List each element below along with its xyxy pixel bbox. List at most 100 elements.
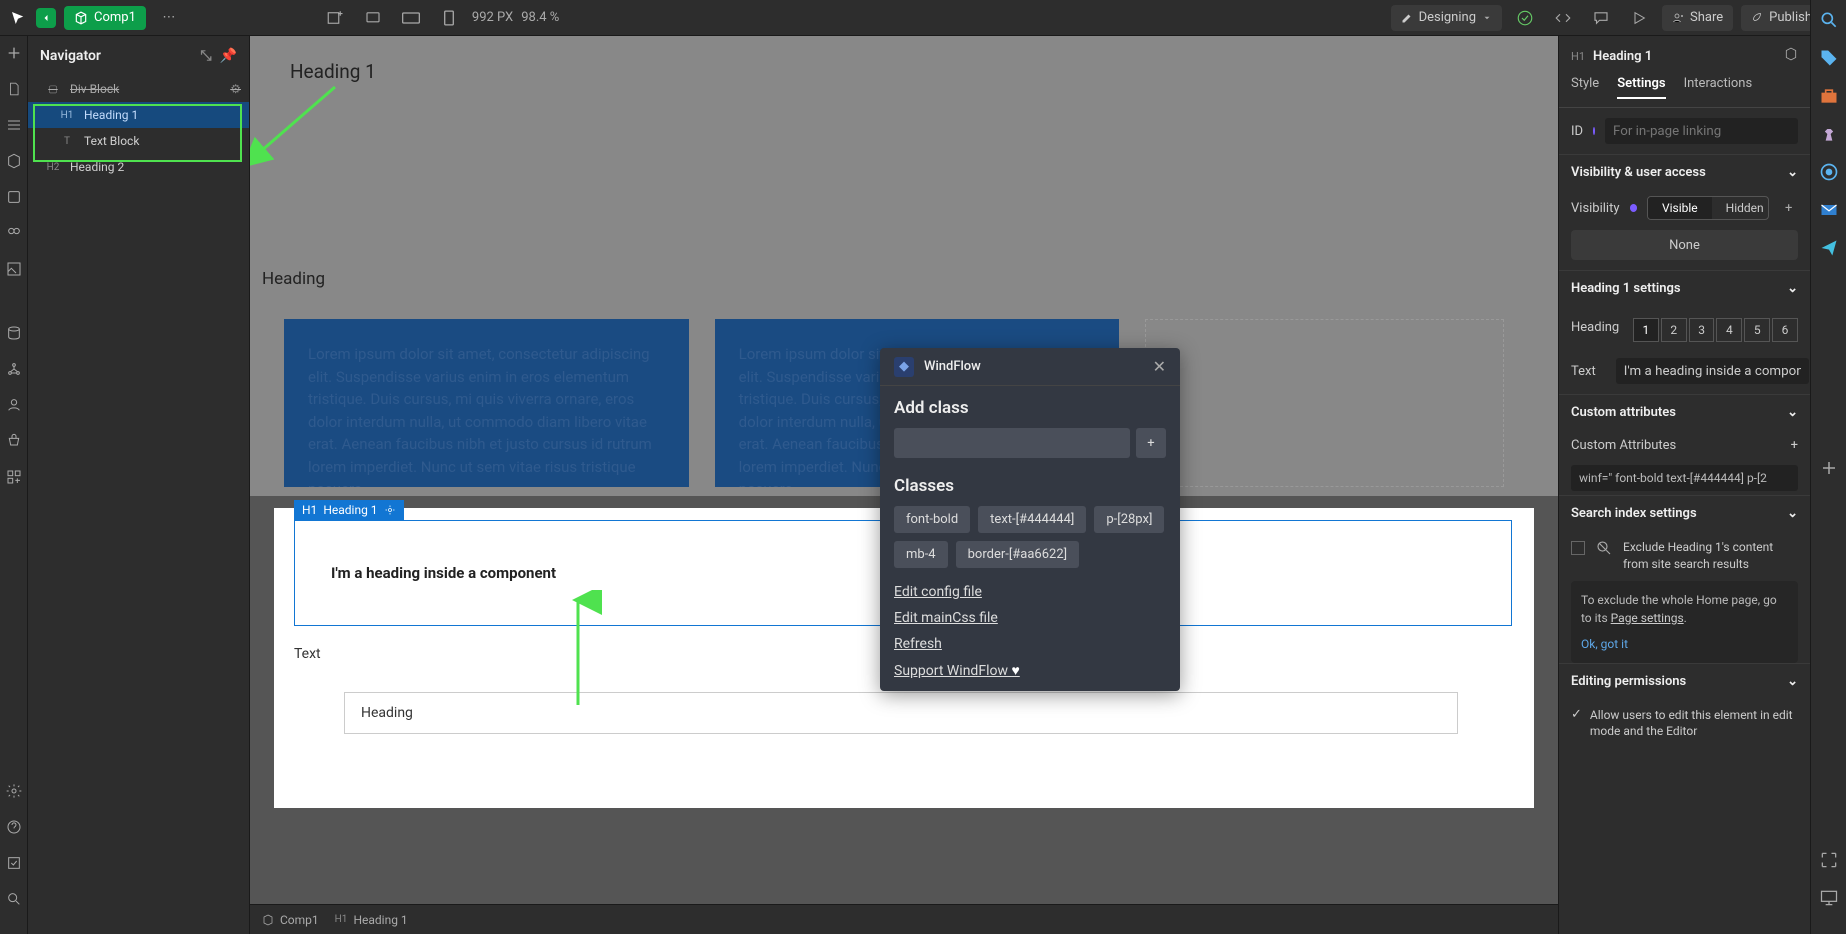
collapse-icon[interactable]: ⤡ [200,48,211,64]
nav-item-div-block[interactable]: ▢ Div Block ⚙ [28,76,249,102]
heading-level-6[interactable]: 6 [1772,318,1798,342]
nav-item-text-block[interactable]: T Text Block [28,128,249,154]
hidden-option[interactable]: Hidden [1712,197,1770,219]
scan-icon[interactable] [1817,848,1841,872]
heading-level-3[interactable]: 3 [1689,318,1715,342]
gear-icon[interactable]: ⚙ [230,82,241,96]
crumb-heading[interactable]: H1 Heading 1 [335,913,408,927]
visible-option[interactable]: Visible [1648,197,1712,219]
search-index-header[interactable]: Search index settings ⌄ [1559,495,1810,531]
nav-item-heading-2[interactable]: H2 Heading 2 [28,154,249,180]
id-input[interactable] [1605,118,1798,144]
support-link[interactable]: Support WindFlow ♥ [894,662,1166,679]
pin-icon[interactable]: 📌 [220,48,237,64]
desktop-icon[interactable] [358,3,388,33]
canvas-width[interactable]: 992 PX [472,10,513,25]
back-button[interactable] [36,8,56,28]
check-circle-icon[interactable] [1510,3,1540,33]
windflow-header: ◆ WindFlow ✕ [880,348,1180,386]
pages-icon[interactable] [5,80,23,98]
class-chip[interactable]: text-[#444444] [978,506,1086,533]
tab-interactions[interactable]: Interactions [1684,76,1753,99]
cms-icon[interactable] [5,324,23,342]
navigator-icon[interactable] [5,116,23,134]
circle-icon[interactable] [1817,160,1841,184]
add-condition-button[interactable]: + [1779,201,1798,216]
component-chip[interactable]: Comp1 [64,6,146,30]
tab-style[interactable]: Style [1571,76,1599,99]
audit-icon[interactable] [5,854,23,872]
editing-permissions-header[interactable]: Editing permissions ⌄ [1559,663,1810,699]
edit-config-link[interactable]: Edit config file [894,584,1166,600]
tag-icon[interactable] [1817,46,1841,70]
square-icon: ▢ [44,84,62,95]
exclude-checkbox[interactable] [1571,541,1585,555]
logic-icon[interactable] [5,360,23,378]
visibility-section-header[interactable]: Visibility & user access ⌄ [1559,154,1810,190]
selection-badge[interactable]: H1 Heading 1 [294,500,404,520]
visibility-toggle: Visible Hidden [1647,196,1769,220]
none-button[interactable]: None [1571,230,1798,260]
add-frame-icon[interactable] [320,3,350,33]
magnifier-icon[interactable] [1817,8,1841,32]
components-icon[interactable] [5,152,23,170]
ecommerce-icon[interactable] [5,432,23,450]
code-icon[interactable] [1548,3,1578,33]
attribute-value[interactable]: winf=" font-bold text-[#444444] p-[2 [1571,465,1798,491]
class-chip[interactable]: font-bold [894,506,970,533]
chevron-down-icon [1482,13,1492,23]
add-class-input[interactable] [894,428,1130,458]
variables-icon[interactable] [5,188,23,206]
chess-icon[interactable] [1817,122,1841,146]
assets-icon[interactable] [5,260,23,278]
crumb-comp[interactable]: Comp1 [262,913,319,927]
page-settings-link[interactable]: Page settings [1611,611,1684,625]
settings-icon[interactable] [5,782,23,800]
heading-settings-header[interactable]: Heading 1 settings ⌄ [1559,270,1810,306]
heading-level-1[interactable]: 1 [1633,318,1659,342]
nav-item-heading-1[interactable]: H1 Heading 1 [28,102,249,128]
plus-tray-icon[interactable] [1817,456,1841,480]
custom-attributes-header[interactable]: Custom attributes ⌄ [1559,394,1810,430]
heart-icon: ♥ [1011,663,1019,679]
refresh-link[interactable]: Refresh [894,636,1166,652]
cube-icon[interactable] [1784,47,1798,65]
class-chip[interactable]: mb-4 [894,541,948,568]
heading-level-4[interactable]: 4 [1716,318,1742,342]
permission-checkmark-icon[interactable]: ✓ [1571,707,1582,722]
ok-got-it-link[interactable]: Ok, got it [1581,635,1628,653]
mode-dropdown[interactable]: Designing [1391,5,1502,31]
users-icon[interactable] [5,396,23,414]
comment-icon[interactable] [1586,3,1616,33]
windflow-popup: ◆ WindFlow ✕ Add class + Classes font-bo… [880,348,1180,691]
add-class-button[interactable]: + [1136,428,1166,458]
close-icon[interactable]: ✕ [1153,357,1166,376]
add-attribute-button[interactable]: + [1791,438,1798,453]
gear-icon[interactable] [384,504,396,516]
send-icon[interactable] [1817,236,1841,260]
monitor-icon[interactable] [1817,886,1841,910]
mail-icon[interactable] [1817,198,1841,222]
more-dots[interactable]: ⋯ [154,10,184,25]
add-element-icon[interactable] [5,44,23,62]
text-input[interactable] [1616,358,1809,384]
tab-settings[interactable]: Settings [1617,76,1665,99]
heading-level-5[interactable]: 5 [1744,318,1770,342]
search-icon[interactable] [5,890,23,908]
mobile-icon[interactable] [434,3,464,33]
briefcase-icon[interactable] [1817,84,1841,108]
edit-maincss-link[interactable]: Edit mainCss file [894,610,1166,626]
play-icon[interactable] [1624,3,1654,33]
apps-icon[interactable] [5,468,23,486]
canvas-text-label: Text [294,646,321,662]
styles-icon[interactable] [5,224,23,242]
class-chip[interactable]: border-[#aa6622] [956,541,1080,568]
right-tray [1810,0,1846,934]
tablet-landscape-icon[interactable] [396,3,426,33]
class-chip[interactable]: p-[28px] [1094,506,1164,533]
chevron-down-icon: ⌄ [1787,674,1798,689]
share-button[interactable]: Share [1662,5,1733,31]
help-icon[interactable] [5,818,23,836]
heading-level-2[interactable]: 2 [1661,318,1687,342]
zoom-level[interactable]: 98.4 % [521,10,559,25]
